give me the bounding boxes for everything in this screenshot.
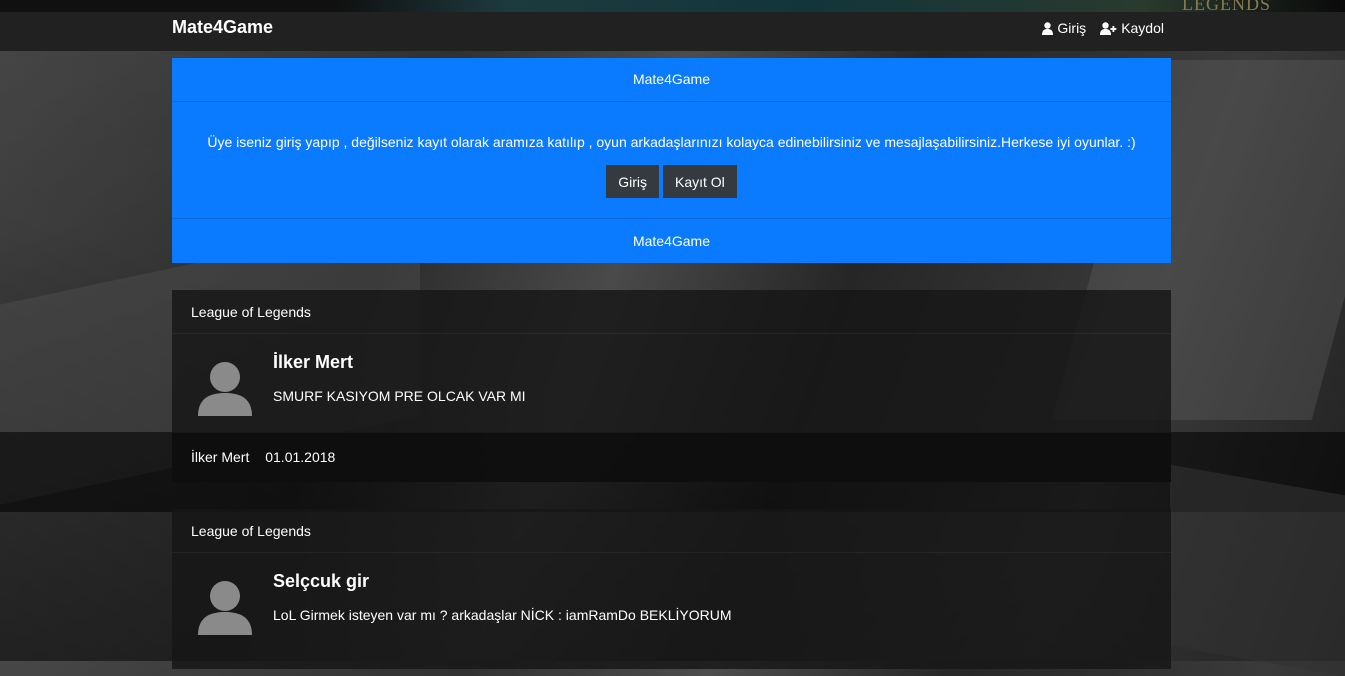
post-footer: İlker Mert 01.01.2018 xyxy=(172,433,1171,482)
nav-links: Giriş Kaydol xyxy=(1042,20,1164,36)
welcome-panel-body: Üye iseniz giriş yapıp , değilseniz kayı… xyxy=(172,102,1171,219)
avatar-icon xyxy=(198,362,252,416)
nav-register-label: Kaydol xyxy=(1121,20,1164,36)
post-text: LoL Girmek isteyen var mı ? arkadaşlar N… xyxy=(273,607,732,623)
nav-login-link[interactable]: Giriş xyxy=(1042,20,1086,36)
welcome-panel-header: Mate4Game xyxy=(172,58,1171,102)
welcome-message: Üye iseniz giriş yapıp , değilseniz kayı… xyxy=(207,134,1136,150)
user-plus-icon xyxy=(1100,21,1117,35)
avatar-icon xyxy=(198,581,252,635)
post-game: League of Legends xyxy=(172,290,1171,334)
post-card[interactable]: League of Legends Selçcuk gir LoL Girmek… xyxy=(172,509,1171,669)
post-game: League of Legends xyxy=(172,509,1171,553)
navbar: Mate4Game Giriş Kaydol xyxy=(0,12,1345,51)
user-icon xyxy=(1042,21,1054,35)
welcome-actions: Giriş Kayıt Ol xyxy=(172,165,1171,198)
header-banner-image: LEGENDS xyxy=(0,0,1345,14)
post-body: Selçcuk gir LoL Girmek isteyen var mı ? … xyxy=(172,553,1171,652)
nav-register-link[interactable]: Kaydol xyxy=(1100,20,1164,36)
login-button[interactable]: Giriş xyxy=(606,165,659,198)
welcome-panel-footer: Mate4Game xyxy=(632,233,711,249)
post-author[interactable]: İlker Mert xyxy=(273,352,353,373)
post-card[interactable]: League of Legends İlker Mert SMURF KASIY… xyxy=(172,290,1171,482)
register-button[interactable]: Kayıt Ol xyxy=(662,165,737,198)
nav-login-label: Giriş xyxy=(1057,20,1087,36)
post-author[interactable]: Selçcuk gir xyxy=(273,571,369,592)
post-footer-author: İlker Mert xyxy=(191,449,250,465)
post-date: 01.01.2018 xyxy=(265,449,336,465)
brand-link[interactable]: Mate4Game xyxy=(172,17,273,38)
post-text: SMURF KASIYOM PRE OLCAK VAR MI xyxy=(273,388,526,404)
background-shape xyxy=(1170,464,1345,676)
welcome-panel: Mate4Game Üye iseniz giriş yapıp , değil… xyxy=(172,58,1171,263)
post-body: İlker Mert SMURF KASIYOM PRE OLCAK VAR M… xyxy=(172,334,1171,433)
